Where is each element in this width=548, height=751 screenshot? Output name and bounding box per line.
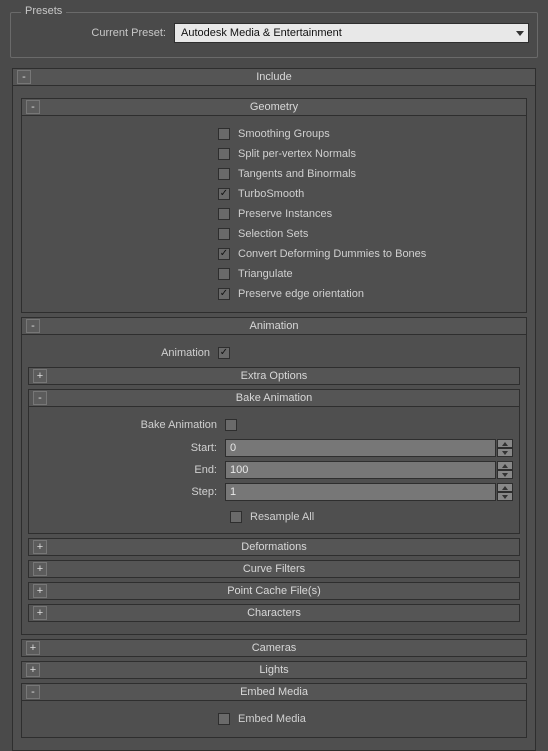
deformations-header[interactable]: + Deformations xyxy=(28,538,520,556)
point-cache-title: Point Cache File(s) xyxy=(29,585,519,597)
geometry-item-label: TurboSmooth xyxy=(238,188,304,200)
geometry-checkbox[interactable] xyxy=(218,128,230,140)
embed-rollout: - Embed Media Embed Media xyxy=(21,683,527,738)
geometry-checkbox[interactable] xyxy=(218,188,230,200)
deformations-title: Deformations xyxy=(29,541,519,553)
end-label: End: xyxy=(35,464,225,476)
include-title: Include xyxy=(13,71,535,83)
geometry-header[interactable]: - Geometry xyxy=(21,98,527,116)
start-label: Start: xyxy=(35,442,225,454)
geometry-item: Preserve Instances xyxy=(28,204,520,224)
geometry-checkbox[interactable] xyxy=(218,268,230,280)
current-preset-select[interactable]: Autodesk Media & Entertainment xyxy=(174,23,529,43)
extra-options-header[interactable]: + Extra Options xyxy=(28,367,520,385)
embed-toggle[interactable]: - xyxy=(26,685,40,699)
start-spinner-down[interactable] xyxy=(497,448,513,457)
geometry-body: Smoothing Groups Split per-vertex Normals… xyxy=(21,116,527,313)
geometry-item-label: Preserve edge orientation xyxy=(238,288,364,300)
geometry-item: Preserve edge orientation xyxy=(28,284,520,304)
lights-header[interactable]: + Lights xyxy=(21,661,527,679)
start-input[interactable]: 0 xyxy=(225,439,496,457)
resample-checkbox[interactable] xyxy=(230,511,242,523)
cameras-title: Cameras xyxy=(22,642,526,654)
step-spinner-down[interactable] xyxy=(497,492,513,501)
geometry-checkbox[interactable] xyxy=(218,168,230,180)
curve-filters-header[interactable]: + Curve Filters xyxy=(28,560,520,578)
dropdown-caret-icon xyxy=(516,31,524,36)
bake-header[interactable]: - Bake Animation xyxy=(28,389,520,407)
geometry-checkbox[interactable] xyxy=(218,248,230,260)
geometry-item: Split per-vertex Normals xyxy=(28,144,520,164)
bake-checkbox[interactable] xyxy=(225,419,237,431)
embed-media-checkbox[interactable] xyxy=(218,713,230,725)
bake-checkbox-row: Bake Animation xyxy=(35,415,513,435)
geometry-item: Triangulate xyxy=(28,264,520,284)
end-spinner-down[interactable] xyxy=(497,470,513,479)
curve-filters-title: Curve Filters xyxy=(29,563,519,575)
bake-title: Bake Animation xyxy=(29,392,519,404)
cameras-toggle[interactable]: + xyxy=(26,641,40,655)
geometry-item-label: Preserve Instances xyxy=(238,208,332,220)
embed-media-label: Embed Media xyxy=(238,713,306,725)
geometry-title: Geometry xyxy=(22,101,526,113)
characters-title: Characters xyxy=(29,607,519,619)
point-cache-toggle[interactable]: + xyxy=(33,584,47,598)
geometry-item: Convert Deforming Dummies to Bones xyxy=(28,244,520,264)
step-input[interactable]: 1 xyxy=(225,483,496,501)
animation-title: Animation xyxy=(22,320,526,332)
bake-toggle[interactable]: - xyxy=(33,391,47,405)
deformations-toggle[interactable]: + xyxy=(33,540,47,554)
curve-filters-toggle[interactable]: + xyxy=(33,562,47,576)
animation-checkbox-row: Animation xyxy=(28,343,520,363)
resample-label: Resample All xyxy=(250,511,314,523)
step-label: Step: xyxy=(35,486,225,498)
geometry-checkbox[interactable] xyxy=(218,228,230,240)
bake-cb-label: Bake Animation xyxy=(35,419,225,431)
geometry-item: Smoothing Groups xyxy=(28,124,520,144)
geometry-item: TurboSmooth xyxy=(28,184,520,204)
cameras-rollout: + Cameras xyxy=(21,639,527,657)
lights-title: Lights xyxy=(22,664,526,676)
geometry-item-label: Tangents and Binormals xyxy=(238,168,356,180)
end-input[interactable]: 100 xyxy=(225,461,496,479)
geometry-item-label: Smoothing Groups xyxy=(238,128,330,140)
end-spinner-up[interactable] xyxy=(497,461,513,470)
presets-legend: Presets xyxy=(21,5,66,17)
animation-header[interactable]: - Animation xyxy=(21,317,527,335)
geometry-toggle[interactable]: - xyxy=(26,100,40,114)
lights-rollout: + Lights xyxy=(21,661,527,679)
current-preset-label: Current Preset: xyxy=(19,27,174,39)
extra-options-toggle[interactable]: + xyxy=(33,369,47,383)
step-spinner-up[interactable] xyxy=(497,483,513,492)
embed-header[interactable]: - Embed Media xyxy=(21,683,527,701)
animation-checkbox[interactable] xyxy=(218,347,230,359)
cameras-header[interactable]: + Cameras xyxy=(21,639,527,657)
include-header[interactable]: - Include xyxy=(12,68,536,86)
geometry-checkbox[interactable] xyxy=(218,288,230,300)
current-preset-value: Autodesk Media & Entertainment xyxy=(181,27,342,39)
embed-title: Embed Media xyxy=(22,686,526,698)
include-rollout: - Include - Geometry Smoothing Groups Spl… xyxy=(12,68,536,751)
start-spinner-up[interactable] xyxy=(497,439,513,448)
lights-toggle[interactable]: + xyxy=(26,663,40,677)
geometry-item: Selection Sets xyxy=(28,224,520,244)
animation-cb-label: Animation xyxy=(28,347,218,359)
presets-fieldset: Presets Current Preset: Autodesk Media &… xyxy=(10,12,538,58)
animation-rollout: - Animation Animation + Extra Options xyxy=(21,317,527,635)
geometry-item: Tangents and Binormals xyxy=(28,164,520,184)
geometry-item-label: Selection Sets xyxy=(238,228,308,240)
extra-options-title: Extra Options xyxy=(29,370,519,382)
characters-header[interactable]: + Characters xyxy=(28,604,520,622)
geometry-rollout: - Geometry Smoothing Groups Split per-ver… xyxy=(21,98,527,313)
geometry-item-label: Convert Deforming Dummies to Bones xyxy=(238,248,426,260)
animation-toggle[interactable]: - xyxy=(26,319,40,333)
geometry-item-label: Split per-vertex Normals xyxy=(238,148,356,160)
point-cache-header[interactable]: + Point Cache File(s) xyxy=(28,582,520,600)
geometry-checkbox[interactable] xyxy=(218,208,230,220)
include-toggle[interactable]: - xyxy=(17,70,31,84)
geometry-item-label: Triangulate xyxy=(238,268,293,280)
geometry-checkbox[interactable] xyxy=(218,148,230,160)
characters-toggle[interactable]: + xyxy=(33,606,47,620)
